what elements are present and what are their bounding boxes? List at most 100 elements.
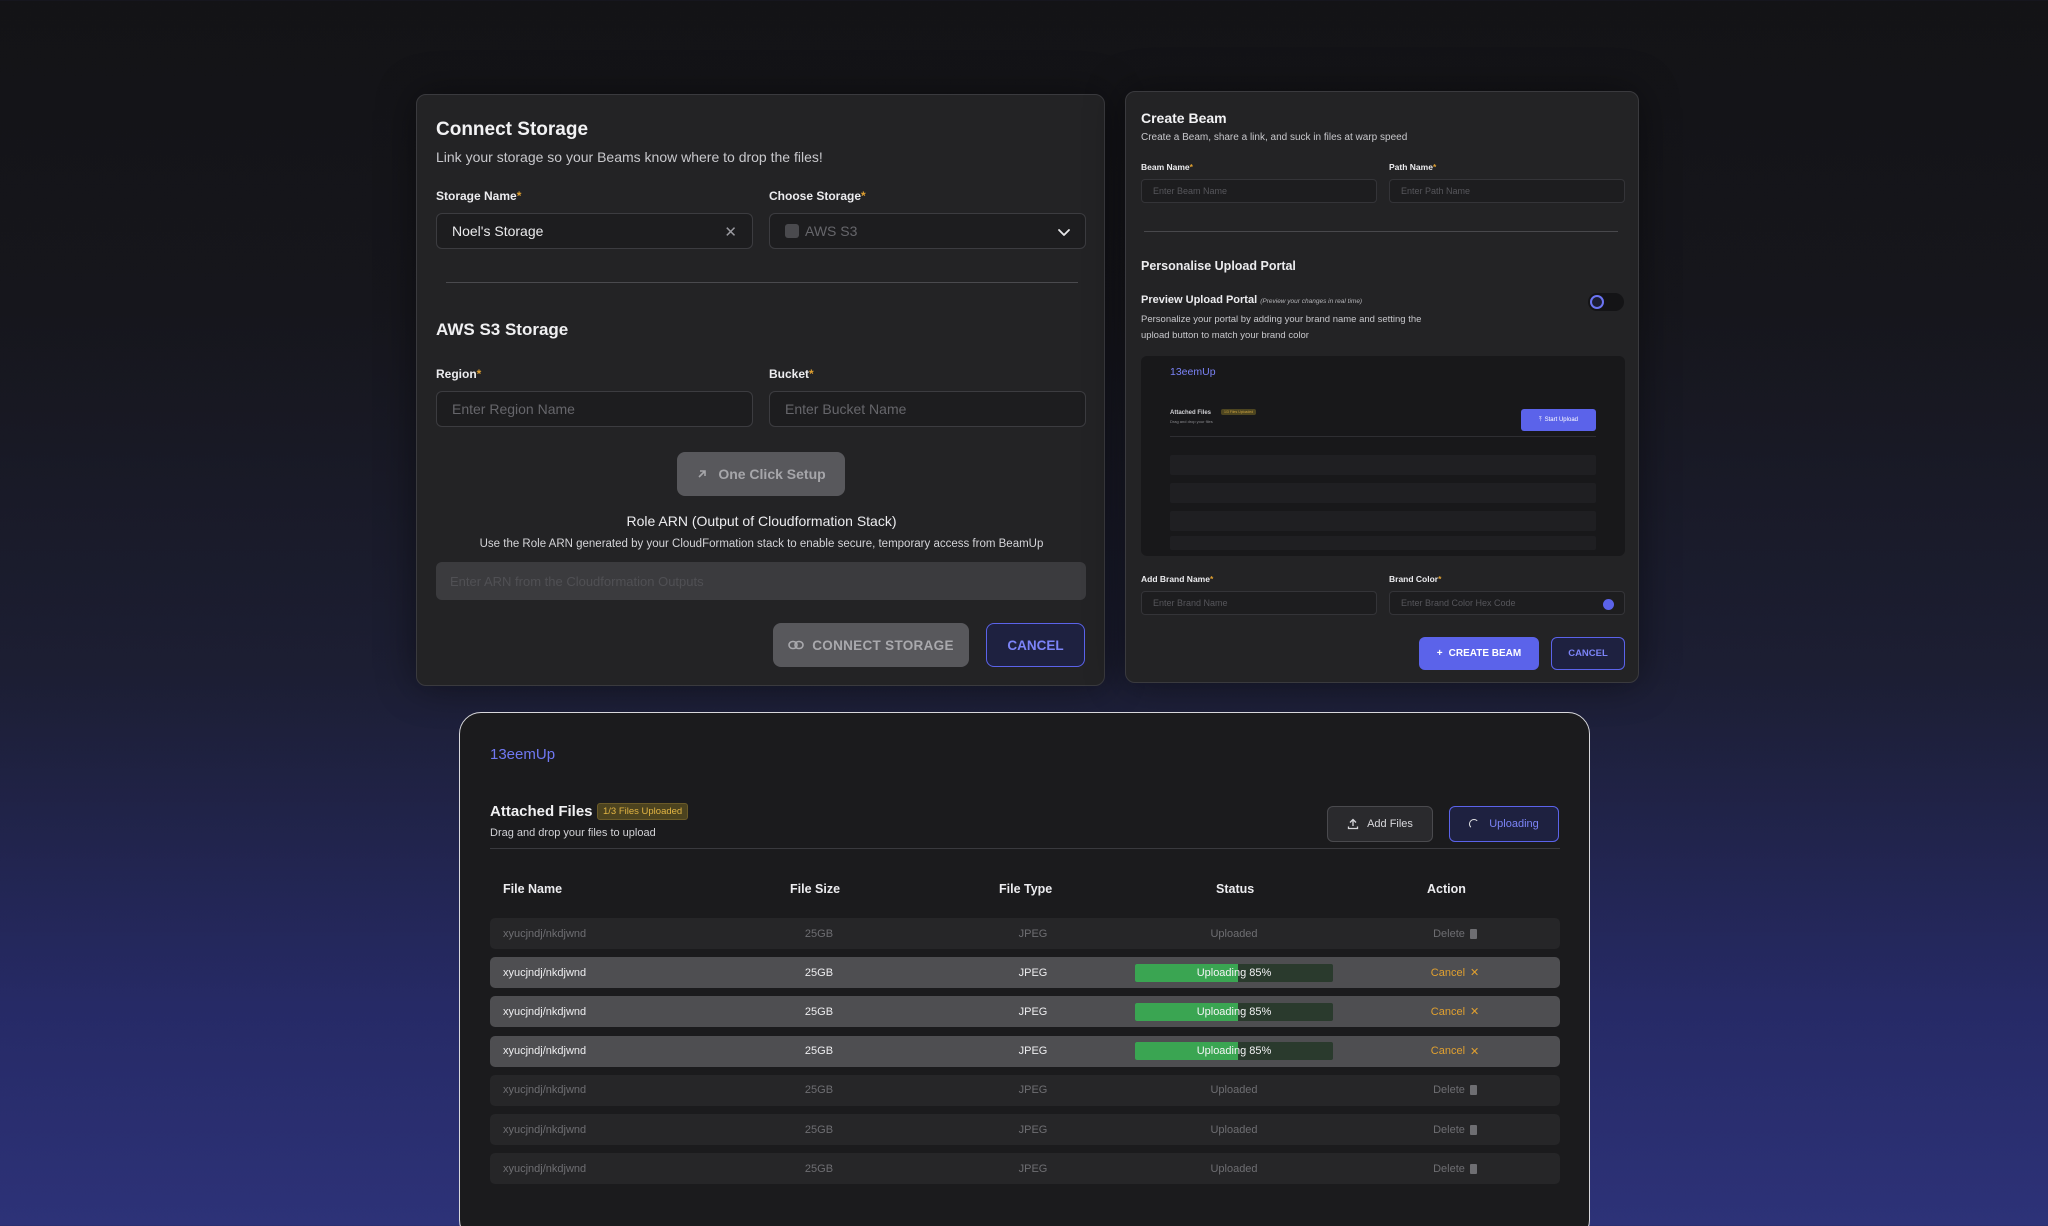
close-icon: ✕ bbox=[1470, 967, 1480, 980]
cancel-button[interactable]: CANCEL bbox=[1551, 637, 1625, 670]
preview-attached-title: Attached Files bbox=[1170, 410, 1212, 416]
file-size-cell: 25GB bbox=[804, 966, 834, 979]
preview-toggle[interactable] bbox=[1588, 293, 1624, 311]
brand-name-input[interactable]: Enter Brand Name bbox=[1141, 591, 1377, 615]
toggle-knob bbox=[1590, 295, 1604, 309]
progress-bar: Uploading 85% bbox=[1135, 963, 1333, 982]
chevron-down-icon[interactable] bbox=[1056, 224, 1072, 240]
add-files-button[interactable]: Add Files bbox=[1327, 806, 1433, 842]
choose-storage-select[interactable]: AWS S3 bbox=[769, 213, 1086, 249]
region-placeholder: Enter Region Name bbox=[452, 401, 575, 417]
file-name-cell: xyucjndj/nkdjwnd bbox=[503, 1045, 587, 1058]
beam-name-label: Beam Name* bbox=[1141, 162, 1193, 172]
cancel-upload-button[interactable]: Cancel ✕ bbox=[1420, 957, 1490, 988]
cancel-button[interactable]: CANCEL bbox=[986, 623, 1085, 667]
file-type-cell: JPEG bbox=[1018, 927, 1048, 940]
table-row: xyucjndj/nkdjwnd 25GB JPEG Uploaded Delete bbox=[490, 1074, 1560, 1106]
preview-description: Personalize your portal by adding your b… bbox=[1141, 314, 1422, 341]
action-label: Delete bbox=[1433, 1084, 1465, 1097]
region-input[interactable]: Enter Region Name bbox=[436, 391, 753, 427]
color-swatch-icon[interactable] bbox=[1603, 599, 1614, 610]
header-divider bbox=[490, 848, 1560, 849]
preview-row bbox=[1170, 483, 1596, 503]
bucket-label: Bucket* bbox=[769, 367, 814, 381]
beam-name-input[interactable]: Enter Beam Name bbox=[1141, 179, 1377, 203]
section-divider bbox=[446, 282, 1078, 283]
preview-badge: 1/3 Files Uploaded bbox=[1221, 409, 1257, 415]
bucket-input[interactable]: Enter Bucket Name bbox=[769, 391, 1086, 427]
choose-storage-label: Choose Storage* bbox=[769, 189, 866, 203]
storage-name-value: Noel's Storage bbox=[452, 223, 544, 239]
preview-row bbox=[1170, 536, 1596, 550]
one-click-setup-button[interactable]: One Click Setup bbox=[677, 452, 845, 496]
path-name-input[interactable]: Enter Path Name bbox=[1389, 179, 1625, 203]
role-arn-description: Use the Role ARN generated by your Cloud… bbox=[479, 538, 1044, 550]
table-row: xyucjndj/nkdjwnd 25GB JPEG Uploaded Delete bbox=[490, 1153, 1560, 1185]
status-cell: Uploading 85% bbox=[1134, 996, 1334, 1027]
action-label: Cancel bbox=[1430, 1045, 1466, 1058]
column-header-file-type: File Type bbox=[999, 882, 1053, 896]
table-row: xyucjndj/nkdjwnd 25GB JPEG Uploading 85% Can… bbox=[490, 957, 1560, 989]
create-beam-dialog: Create Beam Create a Beam, share a link,… bbox=[1125, 91, 1639, 683]
action-label: Cancel bbox=[1430, 1005, 1466, 1018]
bucket-placeholder: Enter Bucket Name bbox=[785, 401, 907, 417]
upload-portal: 13eemUp Attached Files 1/3 Files Uploade… bbox=[459, 712, 1590, 1226]
link-icon bbox=[788, 640, 805, 650]
cancel-upload-button[interactable]: Cancel ✕ bbox=[1420, 1036, 1490, 1067]
status-cell: Uploaded bbox=[1134, 1153, 1334, 1184]
preview-title: Preview Upload Portal (Preview your chan… bbox=[1141, 294, 1363, 306]
create-beam-button[interactable]: + CREATE BEAM bbox=[1419, 637, 1539, 670]
progress-bar: Uploading 85% bbox=[1135, 1002, 1333, 1021]
table-row: xyucjndj/nkdjwnd 25GB JPEG Uploaded Delete bbox=[490, 1114, 1560, 1145]
upload-count-badge: 1/3 Files Uploaded bbox=[597, 803, 689, 820]
brand-color-placeholder: Enter Brand Color Hex Code bbox=[1401, 598, 1516, 608]
file-name-cell: xyucjndj/nkdjwnd bbox=[503, 966, 587, 979]
file-type-cell: JPEG bbox=[1018, 966, 1048, 979]
uploading-button[interactable]: Uploading bbox=[1449, 806, 1559, 842]
file-size-cell: 25GB bbox=[804, 927, 834, 940]
portal-preview: 13eemUp Attached Files 1/3 Files Uploade… bbox=[1141, 356, 1625, 556]
aws-storage-icon bbox=[785, 224, 799, 238]
delete-file-button[interactable]: Delete bbox=[1420, 1075, 1490, 1106]
role-arn-placeholder: Enter ARN from the Cloudformation Output… bbox=[450, 573, 704, 589]
status-text: Uploading 85% bbox=[1196, 1045, 1272, 1058]
section-divider bbox=[1144, 231, 1618, 232]
trash-icon bbox=[1469, 1124, 1477, 1135]
plus-icon: + bbox=[1436, 648, 1443, 659]
file-name-cell: xyucjndj/nkdjwnd bbox=[503, 1084, 587, 1097]
status-cell: Uploaded bbox=[1134, 1075, 1334, 1106]
connect-storage-label: CONNECT STORAGE bbox=[812, 637, 954, 653]
file-size-cell: 25GB bbox=[804, 1084, 834, 1097]
path-name-label: Path Name* bbox=[1389, 162, 1437, 172]
clear-icon[interactable]: ✕ bbox=[724, 223, 737, 241]
file-name-cell: xyucjndj/nkdjwnd bbox=[503, 1162, 587, 1175]
section-title: AWS S3 Storage bbox=[436, 320, 569, 339]
status-text: Uploaded bbox=[1210, 1162, 1258, 1175]
file-type-cell: JPEG bbox=[1018, 1005, 1048, 1018]
file-size-cell: 25GB bbox=[804, 1123, 834, 1136]
close-icon: ✕ bbox=[1470, 1045, 1480, 1058]
region-label: Region* bbox=[436, 367, 482, 381]
storage-name-input[interactable]: Noel's Storage ✕ bbox=[436, 213, 753, 249]
uploading-label: Uploading bbox=[1489, 818, 1539, 830]
table-row: xyucjndj/nkdjwnd 25GB JPEG Uploading 85% Can… bbox=[490, 996, 1560, 1028]
arrow-up-right-icon bbox=[698, 470, 707, 478]
preview-divider bbox=[1170, 436, 1596, 437]
brand-color-label: Brand Color* bbox=[1389, 574, 1442, 584]
column-header-file-size: File Size bbox=[790, 882, 841, 896]
brand-color-input[interactable]: Enter Brand Color Hex Code bbox=[1389, 591, 1625, 615]
dialog-title: Create Beam bbox=[1141, 110, 1227, 126]
preview-hint: (Preview your changes in real time) bbox=[1260, 298, 1363, 305]
choose-storage-value: AWS S3 bbox=[805, 223, 858, 239]
preview-subtitle: Drag and drop your files bbox=[1170, 419, 1213, 424]
progress-bar: Uploading 85% bbox=[1135, 1042, 1333, 1061]
delete-file-button[interactable]: Delete bbox=[1420, 918, 1490, 949]
delete-file-button[interactable]: Delete bbox=[1420, 1114, 1490, 1145]
role-arn-input[interactable]: Enter ARN from the Cloudformation Output… bbox=[436, 562, 1086, 600]
action-label: Delete bbox=[1433, 927, 1465, 940]
cancel-upload-button[interactable]: Cancel ✕ bbox=[1420, 996, 1490, 1027]
status-text: Uploading 85% bbox=[1196, 1005, 1272, 1018]
connect-storage-button[interactable]: CONNECT STORAGE bbox=[773, 623, 969, 667]
status-text: Uploaded bbox=[1210, 1123, 1258, 1136]
delete-file-button[interactable]: Delete bbox=[1420, 1153, 1490, 1184]
